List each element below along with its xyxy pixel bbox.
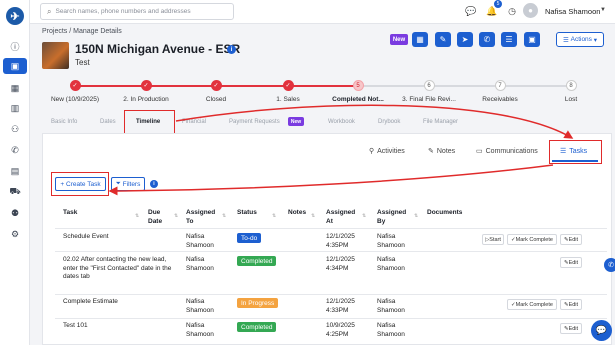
arrow-tasks-to-create — [108, 164, 554, 196]
arrow-timeline-to-tasks — [175, 104, 574, 139]
annotation-arrows — [108, 104, 574, 196]
